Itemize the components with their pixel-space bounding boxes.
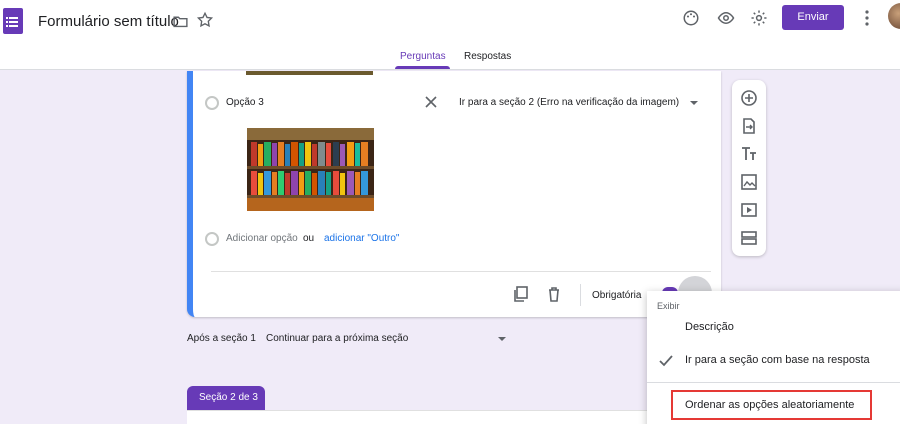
after-section-select[interactable]: Continuar para a próxima seção bbox=[266, 333, 408, 344]
forms-logo-icon[interactable] bbox=[3, 8, 23, 34]
eye-icon[interactable] bbox=[717, 9, 735, 27]
option-image-partial bbox=[246, 71, 373, 75]
add-other-link[interactable]: adicionar "Outro" bbox=[324, 233, 399, 244]
required-label: Obrigatória bbox=[592, 290, 642, 301]
video-icon[interactable] bbox=[740, 201, 758, 219]
add-option-placeholder[interactable]: Adicionar opção bbox=[226, 233, 298, 244]
chevron-down-icon[interactable] bbox=[498, 337, 506, 341]
section-badge: Seção 2 de 3 bbox=[187, 386, 265, 410]
question-card: Opção 3 Ir para a seção 2 (Erro na verif… bbox=[187, 71, 721, 317]
or-text: ou bbox=[303, 233, 315, 244]
top-bar: Formulário sem título Enviar Perguntas R… bbox=[0, 0, 900, 70]
tab-responses[interactable]: Respostas bbox=[464, 51, 511, 62]
menu-header: Exibir bbox=[657, 301, 680, 311]
menu-divider bbox=[647, 382, 900, 383]
divider bbox=[211, 271, 711, 272]
star-icon[interactable] bbox=[196, 11, 214, 29]
add-circle-icon[interactable] bbox=[740, 89, 758, 107]
folder-icon[interactable] bbox=[172, 13, 189, 30]
tab-questions[interactable]: Perguntas bbox=[400, 51, 446, 62]
add-option-radio bbox=[205, 232, 219, 246]
after-section-label: Após a seção 1 bbox=[187, 333, 256, 344]
trash-icon[interactable] bbox=[546, 286, 562, 302]
chevron-down-icon[interactable] bbox=[690, 101, 698, 105]
active-tab-indicator bbox=[395, 66, 450, 69]
import-icon[interactable] bbox=[740, 117, 758, 135]
option-image-bookshelf bbox=[247, 128, 374, 211]
document-title[interactable]: Formulário sem título bbox=[38, 13, 179, 30]
more-vert-icon[interactable] bbox=[862, 8, 872, 28]
section-icon[interactable] bbox=[740, 229, 758, 247]
option-radio bbox=[205, 96, 219, 110]
check-icon bbox=[659, 355, 673, 367]
option-label[interactable]: Opção 3 bbox=[226, 97, 264, 108]
gear-icon[interactable] bbox=[750, 9, 768, 27]
more-options-menu: Exibir Descrição Ir para a seção com bas… bbox=[647, 291, 900, 424]
section-2-card bbox=[187, 410, 721, 424]
copy-icon[interactable] bbox=[513, 286, 529, 302]
side-toolbar bbox=[732, 80, 766, 256]
highlight-annotation bbox=[671, 390, 872, 420]
avatar[interactable] bbox=[888, 3, 900, 29]
send-button[interactable]: Enviar bbox=[782, 5, 844, 30]
vertical-divider bbox=[580, 284, 581, 306]
goto-section-select[interactable]: Ir para a seção 2 (Erro na verificação d… bbox=[459, 97, 679, 108]
menu-item-goto-section[interactable]: Ir para a seção com base na resposta bbox=[685, 354, 870, 366]
image-icon[interactable] bbox=[740, 173, 758, 191]
close-icon[interactable] bbox=[425, 96, 437, 108]
title-icon[interactable] bbox=[740, 145, 758, 163]
palette-icon[interactable] bbox=[682, 9, 700, 27]
menu-item-description[interactable]: Descrição bbox=[685, 321, 734, 333]
